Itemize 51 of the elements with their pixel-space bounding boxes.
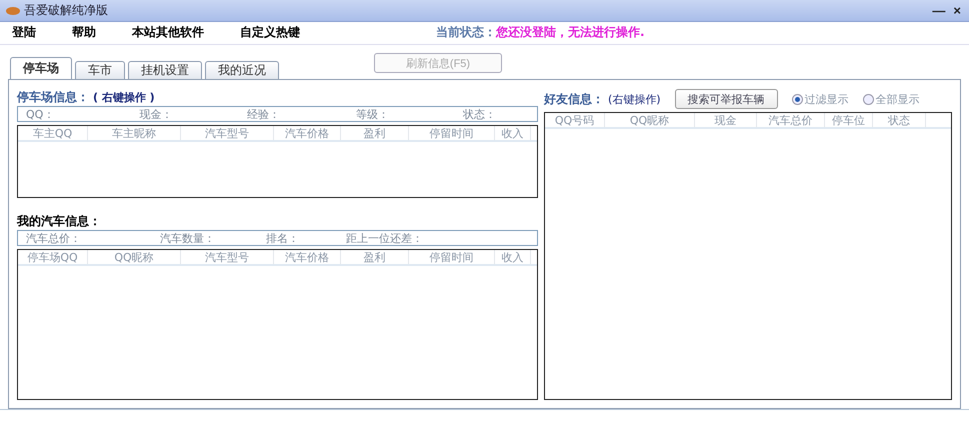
column-header[interactable]: 车主QQ <box>18 126 88 140</box>
hint-text: ( 右键操作 ) <box>93 90 155 105</box>
info-label: 汽车总价： <box>26 230 82 246</box>
info-label: 等级： <box>356 106 390 122</box>
hint-text: (右键操作) <box>608 92 661 107</box>
column-header[interactable]: 状态 <box>873 113 926 128</box>
column-header[interactable]: 停车场QQ <box>18 250 88 264</box>
column-header[interactable]: 收入 <box>495 250 531 264</box>
column-header[interactable]: 停车位 <box>825 113 873 128</box>
status-label: 当前状态： <box>436 24 496 42</box>
column-header[interactable]: 汽车型号 <box>181 126 274 140</box>
info-label: 汽车数量： <box>160 230 216 246</box>
column-header[interactable]: 现金 <box>695 113 757 128</box>
column-header[interactable]: 汽车型号 <box>181 250 274 264</box>
column-header[interactable]: 汽车总价 <box>757 113 825 128</box>
column-header[interactable]: 汽车价格 <box>274 126 341 140</box>
status-message: 您还没登陆，无法进行操作. <box>496 24 645 42</box>
menu-item[interactable]: 登陆 <box>12 24 36 42</box>
column-header[interactable]: 车主昵称 <box>88 126 181 140</box>
info-label: 距上一位还差： <box>346 230 424 246</box>
info-label: 现金： <box>140 106 174 122</box>
section-title: 我的汽车信息： <box>17 212 101 230</box>
menu-item[interactable]: 本站其他软件 <box>132 24 204 42</box>
tab[interactable]: 停车场 <box>10 57 72 80</box>
app-icon <box>6 5 20 16</box>
column-header[interactable]: 停留时间 <box>409 250 495 264</box>
tab[interactable]: 我的近况 <box>205 61 279 80</box>
column-header[interactable]: 汽车价格 <box>274 250 341 264</box>
search-button[interactable]: 搜索可举报车辆 <box>674 89 778 110</box>
info-label: QQ： <box>26 106 56 122</box>
column-header[interactable]: QQ号码 <box>545 113 605 128</box>
column-header[interactable]: QQ昵称 <box>605 113 695 128</box>
info-label: 经验： <box>246 106 281 122</box>
window-title: 吾爱破解纯净版 <box>24 2 109 19</box>
close-button[interactable]: × <box>951 2 963 18</box>
info-label: 排名： <box>266 230 300 246</box>
column-header[interactable]: 盈利 <box>341 250 409 264</box>
section-title: 好友信息： <box>544 90 604 108</box>
minimize-button[interactable]: — <box>930 2 948 18</box>
menu-item[interactable]: 自定义热键 <box>240 24 300 42</box>
section-title: 停车场信息： <box>17 88 89 106</box>
radio-option[interactable]: 过滤显示 <box>792 92 849 107</box>
column-header[interactable]: 停留时间 <box>409 126 495 140</box>
tab[interactable]: 挂机设置 <box>128 61 202 80</box>
tab[interactable]: 车市 <box>75 61 125 80</box>
radio-option[interactable]: 全部显示 <box>862 92 920 107</box>
menu-item[interactable]: 帮助 <box>72 24 96 42</box>
info-label: 状态： <box>463 106 498 122</box>
column-header[interactable]: 盈利 <box>341 126 409 140</box>
column-header[interactable]: 收入 <box>495 126 531 140</box>
column-header[interactable]: QQ昵称 <box>88 250 181 264</box>
